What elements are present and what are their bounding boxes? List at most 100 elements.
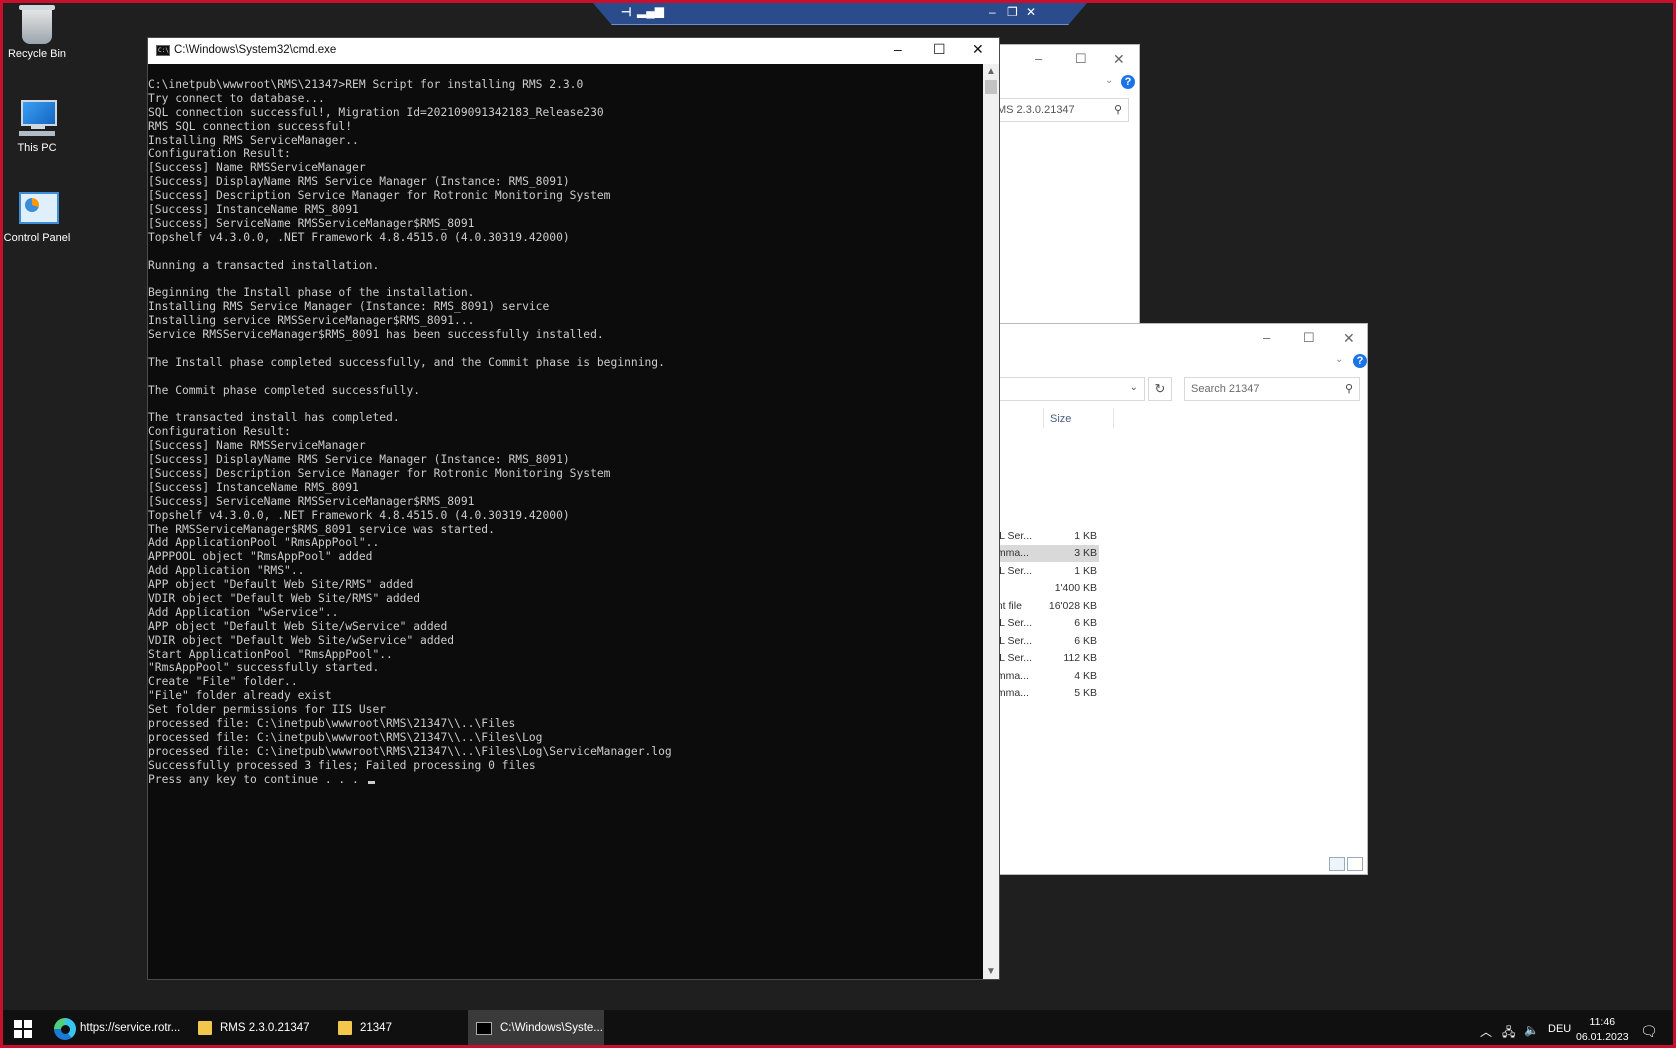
chevron-down-icon[interactable]: ⌄ <box>1130 382 1138 393</box>
desktop-icon-label: Control Panel <box>3 232 71 244</box>
chevron-down-icon[interactable]: ⌄ <box>1335 354 1343 365</box>
file-row[interactable]: QL Ser... 112 KB <box>991 650 1099 667</box>
taskbar-item-label: https://service.rotr... <box>80 1022 181 1034</box>
volume-muted-icon[interactable]: 🔈 <box>1524 1023 1539 1037</box>
explorer-window-rms[interactable]: – ☐ ✕ ⌄ ? MS 2.3.0.21347 ⚲ <box>990 44 1140 324</box>
close-icon[interactable]: ✕ <box>1113 51 1125 68</box>
desktop-icon-control-panel[interactable]: Control Panel <box>0 188 74 244</box>
file-row[interactable]: ont file 16'028 KB <box>991 598 1099 615</box>
scroll-up-icon[interactable]: ▲ <box>986 66 996 77</box>
desktop-icon-recycle-bin[interactable]: Recycle Bin <box>0 5 74 60</box>
explorer-window-21347[interactable]: – ☐ ✕ ⌄ ? ⌄ ↻ Search 21347 ⚲ Size QL Ser… <box>990 323 1368 875</box>
console-line: VDIR object "Default Web Site/RMS" added <box>148 591 421 605</box>
taskbar: https://service.rotr... RMS 2.3.0.21347 … <box>0 1010 1676 1048</box>
console-line: Installing service RMSServiceManager$RMS… <box>148 314 475 328</box>
window-title: C:\Windows\System32\cmd.exe <box>174 44 337 56</box>
restore-icon[interactable]: ❐ <box>1007 5 1018 19</box>
taskbar-item-edge[interactable]: https://service.rotr... <box>50 1010 180 1048</box>
cmd-window[interactable]: C:\ C:\Windows\System32\cmd.exe – ☐ ✕ C:… <box>147 37 1000 980</box>
file-size: 3 KB <box>1074 547 1097 559</box>
network-icon[interactable]: 🖧 <box>1502 1023 1515 1044</box>
close-icon[interactable]: ✕ <box>972 41 984 58</box>
help-icon[interactable]: ? <box>1353 354 1367 368</box>
console-line: "RmsAppPool" successfully started. <box>148 661 380 675</box>
file-size: 112 KB <box>1063 652 1097 664</box>
file-row[interactable]: QL Ser... 6 KB <box>991 615 1099 632</box>
column-header-size[interactable]: Size <box>1050 413 1071 425</box>
chevron-down-icon[interactable]: ⌄ <box>1105 75 1113 86</box>
file-row-selected[interactable]: omma... 3 KB <box>991 545 1099 562</box>
console-line: [Success] Name RMSServiceManager <box>148 439 366 453</box>
large-icons-view-button[interactable] <box>1347 857 1363 871</box>
console-line: [Success] ServiceName RMSServiceManager$… <box>148 216 475 230</box>
cmd-title-bar[interactable]: C:\ C:\Windows\System32\cmd.exe – ☐ ✕ <box>148 38 999 64</box>
console-line: Set folder permissions for IIS User <box>148 703 387 717</box>
console-output[interactable]: C:\inetpub\wwwroot\RMS\21347>REM Script … <box>148 78 982 978</box>
minimize-icon[interactable]: – <box>1035 51 1042 66</box>
taskbar-item-cmd[interactable]: C:\Windows\Syste... <box>468 1010 604 1048</box>
file-size: 1 KB <box>1074 565 1097 577</box>
scrollbar-thumb[interactable] <box>985 80 997 94</box>
maximize-icon[interactable]: ☐ <box>1303 330 1315 346</box>
minimize-icon[interactable]: – <box>989 5 996 19</box>
remote-connection-bar[interactable]: ⊣ ▂▄▆ – ❐ ✕ <box>592 2 1088 25</box>
desktop-icon-this-pc[interactable]: This PC <box>0 98 74 154</box>
taskbar-item-explorer-rms[interactable]: RMS 2.3.0.21347 <box>190 1010 320 1048</box>
console-line: [Success] DisplayName RMS Service Manage… <box>148 453 570 467</box>
console-line: Topshelf v4.3.0.0, .NET Framework 4.8.45… <box>148 508 570 522</box>
clock[interactable]: 11:46 06.01.2023 <box>1576 1015 1629 1045</box>
close-icon[interactable]: ✕ <box>1343 330 1355 347</box>
maximize-icon[interactable]: ☐ <box>1075 51 1087 67</box>
folder-icon <box>338 1021 352 1035</box>
start-button[interactable] <box>14 1020 32 1038</box>
taskbar-item-explorer-21347[interactable]: 21347 <box>330 1010 460 1048</box>
console-line: "File" folder already exist <box>148 689 332 703</box>
search-input[interactable]: MS 2.3.0.21347 ⚲ <box>991 98 1129 122</box>
column-separator[interactable] <box>1043 408 1044 428</box>
file-size: 1'400 KB <box>1054 582 1097 594</box>
notifications-icon[interactable]: 🗨 <box>1640 1023 1658 1040</box>
console-line: VDIR object "Default Web Site/wService" … <box>148 633 455 647</box>
taskbar-item-label: C:\Windows\Syste... <box>500 1022 603 1034</box>
recycle-bin-icon <box>19 5 55 44</box>
console-line: [Success] ServiceName RMSServiceManager$… <box>148 494 475 508</box>
desktop-icon-label: Recycle Bin <box>7 48 67 60</box>
file-size: 16'028 KB <box>1048 600 1097 612</box>
edge-browser-icon <box>54 1018 76 1040</box>
file-row[interactable]: QL Ser... 6 KB <box>991 633 1099 650</box>
scroll-down-icon[interactable]: ▼ <box>986 966 996 977</box>
refresh-button[interactable]: ↻ <box>1148 377 1172 401</box>
text-cursor <box>367 780 375 784</box>
computer-icon <box>17 98 57 138</box>
console-line: Start ApplicationPool "RmsAppPool".. <box>148 647 393 661</box>
console-line: processed file: C:\inetpub\wwwroot\RMS\2… <box>148 716 516 730</box>
file-size: 6 KB <box>1074 617 1097 629</box>
search-input[interactable]: Search 21347 ⚲ <box>1184 377 1360 401</box>
console-line: Configuration Result: <box>148 147 291 161</box>
maximize-icon[interactable]: ☐ <box>933 41 946 58</box>
column-separator[interactable] <box>1113 408 1114 428</box>
console-line: RMS SQL connection successful! <box>148 119 353 133</box>
close-icon[interactable]: ✕ <box>1026 5 1036 19</box>
file-row[interactable]: omma... 5 KB <box>991 685 1099 702</box>
minimize-icon[interactable]: – <box>894 41 902 57</box>
help-icon[interactable]: ? <box>1121 75 1135 89</box>
file-row[interactable]: 1'400 KB <box>991 580 1099 597</box>
vertical-scrollbar[interactable]: ▲ ▼ <box>983 64 999 979</box>
address-bar[interactable]: ⌄ <box>991 377 1145 401</box>
file-size: 6 KB <box>1074 635 1097 647</box>
console-line: [Success] InstanceName RMS_8091 <box>148 203 359 217</box>
file-row[interactable]: omma... 4 KB <box>991 668 1099 685</box>
file-row[interactable]: QL Ser... 1 KB <box>991 563 1099 580</box>
pin-icon[interactable]: ⊣ <box>621 5 631 19</box>
folder-icon <box>198 1021 212 1035</box>
chevron-up-icon[interactable]: ︿ <box>1480 1023 1492 1040</box>
console-line: APP object "Default Web Site/wService" a… <box>148 619 448 633</box>
file-row[interactable]: QL Ser... 1 KB <box>991 528 1099 545</box>
details-view-button[interactable] <box>1329 857 1345 871</box>
cmd-icon <box>476 1022 492 1035</box>
language-indicator[interactable]: DEU <box>1548 1023 1571 1035</box>
minimize-icon[interactable]: – <box>1263 330 1270 345</box>
